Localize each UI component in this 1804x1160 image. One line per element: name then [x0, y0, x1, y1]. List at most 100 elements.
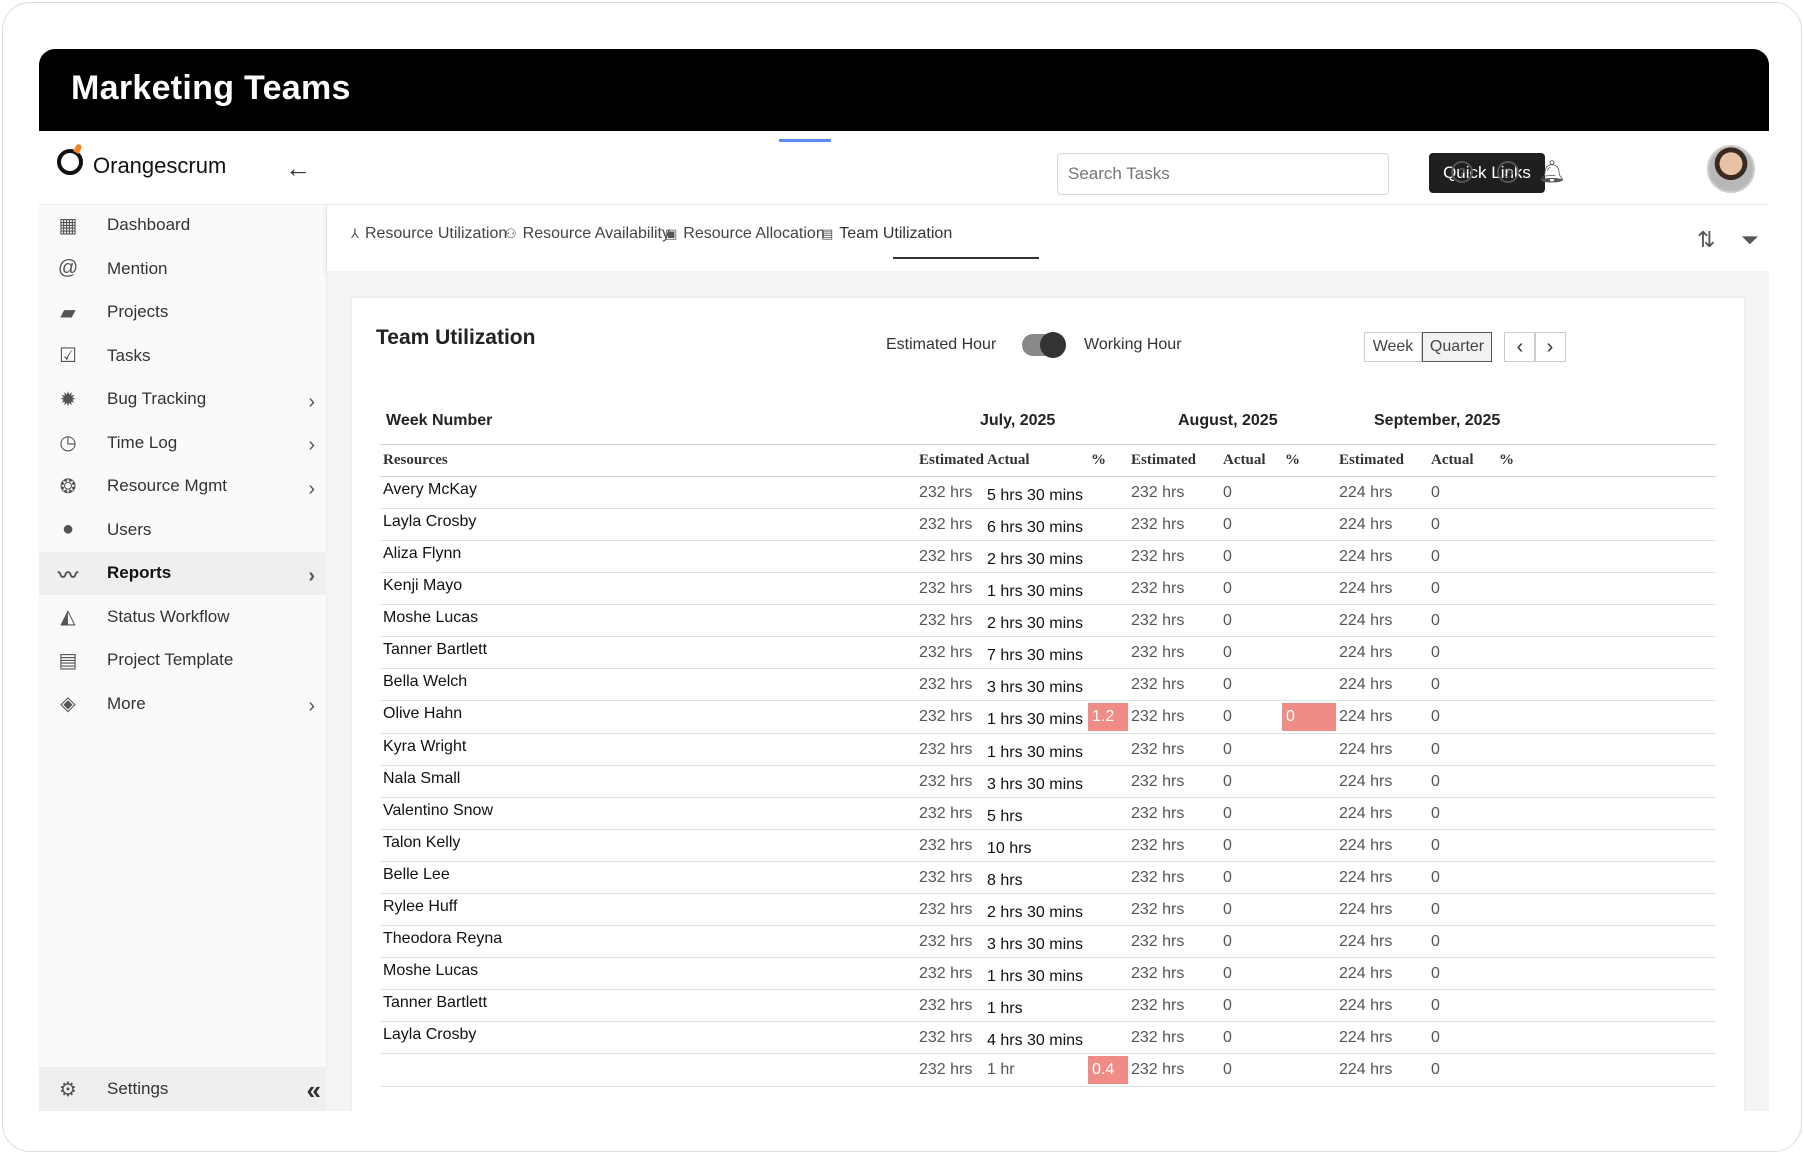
actual-hours-cell: 0 [1220, 733, 1282, 766]
hour-mode-toggle[interactable] [1022, 332, 1066, 358]
percent-cell [1496, 861, 1716, 894]
table-row: Layla Crosby 232 hrs 6 hrs 30 mins 232 hrs 0… [380, 508, 1716, 541]
allocation-icon: ▣ [665, 226, 678, 241]
percent-cell [1088, 765, 1128, 798]
table-row: Tanner Bartlett 232 hrs 1 hrs 232 hrs 0 224 h… [380, 989, 1716, 1022]
percent-cell [1496, 765, 1716, 798]
sidebar-item-label: Resource Mgmt [107, 476, 227, 496]
estimated-hours-cell: 224 hrs [1336, 925, 1428, 958]
sidebar-item-tasks[interactable]: ☑ Tasks [39, 334, 327, 378]
sidebar-item-time-log[interactable]: ◷ Time Log › [39, 421, 327, 465]
prev-period-icon[interactable]: ‹ [1504, 332, 1536, 362]
toggle-knob [1040, 332, 1066, 358]
orangescrum-logo-icon [57, 149, 83, 175]
table-row: Talon Kelly 232 hrs 10 hrs 232 hrs 0 224 hrs 0 [380, 829, 1716, 862]
table-row: Avery McKay 232 hrs 5 hrs 30 mins 232 hrs 0 2… [380, 476, 1716, 509]
estimated-hours-cell: 232 hrs [1128, 636, 1220, 669]
percent-cell [1088, 476, 1128, 509]
estimated-hours-cell: 224 hrs [1336, 700, 1428, 734]
actual-hours-cell: 10 hrs [984, 829, 1088, 862]
sidebar-item-bug-tracking[interactable]: ✹ Bug Tracking › [39, 378, 327, 422]
sidebar-item-dashboard[interactable]: ▦ Dashboard [39, 203, 327, 247]
next-period-icon[interactable]: › [1534, 332, 1566, 362]
sidebar-item-mention[interactable]: @ Mention [39, 247, 327, 291]
actual-hours-cell: 0 [1220, 540, 1282, 573]
actual-hours-cell: 5 hrs 30 mins [984, 476, 1088, 509]
history-clock-icon[interactable]: ◷ [1495, 159, 1521, 185]
at-sign-icon: @ [57, 257, 79, 280]
column-header: Estimated [1336, 444, 1428, 477]
export-icon[interactable]: ⇅ [1697, 227, 1715, 253]
period-week-button[interactable]: Week [1364, 332, 1422, 362]
notification-bell-icon[interactable]: 🔔︎ [1538, 159, 1566, 185]
resource-name: Avery McKay [380, 476, 916, 509]
search-input[interactable] [1057, 153, 1389, 195]
briefcase-icon: ▰ [60, 301, 76, 324]
chevron-right-icon: › [308, 564, 315, 587]
tab-resource-availability[interactable]: ⚇ Resource Availability [505, 225, 670, 243]
gear-icon: ⚙ [59, 1078, 77, 1101]
resource-name: Tanner Bartlett [380, 989, 916, 1022]
help-icon[interactable]: ? [1449, 159, 1475, 185]
estimated-hours-cell: 224 hrs [1336, 540, 1428, 573]
sidebar-item-status-workflow[interactable]: ◭ Status Workflow [39, 595, 327, 639]
resource-name: Talon Kelly [380, 829, 916, 862]
percent-cell [1088, 861, 1128, 894]
quick-links-button[interactable]: Quick Links [1429, 153, 1545, 193]
actual-hours-cell: 0 [1220, 925, 1282, 958]
tab-resource-allocation[interactable]: ▣ Resource Allocation [665, 225, 825, 243]
sidebar-item-projects[interactable]: ▰ Projects [39, 291, 327, 335]
resource-name: Valentino Snow [380, 797, 916, 830]
estimated-hours-cell: 224 hrs [1336, 765, 1428, 798]
actual-hours-cell: 6 hrs 30 mins [984, 508, 1088, 541]
percent-cell [1088, 829, 1128, 862]
estimated-hours-cell: 232 hrs [916, 989, 984, 1022]
actual-hours-cell: 1 hrs 30 mins [984, 957, 1088, 990]
sidebar-item-more[interactable]: ◈ More › [39, 682, 327, 726]
document-icon: ▤ [821, 226, 834, 241]
column-header: % [1282, 444, 1336, 477]
avatar[interactable] [1707, 145, 1755, 193]
sidebar-item-users[interactable]: ● Users [39, 508, 327, 552]
estimated-hours-cell: 224 hrs [1336, 957, 1428, 990]
hierarchy-icon: ⅄ [351, 226, 359, 241]
percent-cell [1088, 957, 1128, 990]
percent-cell [1088, 540, 1128, 573]
sidebar-item-reports[interactable]: 〰 Reports › [39, 551, 327, 595]
team-utilization-card: Team Utilization Estimated Hour Working … [351, 297, 1745, 1111]
chevron-right-icon: › [308, 434, 315, 456]
sidebar-item-label: Dashboard [107, 215, 191, 234]
dashboard-icon: ▦ [58, 214, 78, 237]
percent-cell [1496, 925, 1716, 958]
actual-hours-cell: 4 hrs 30 mins [984, 1021, 1088, 1054]
estimated-hours-cell: 224 hrs [1336, 636, 1428, 669]
estimated-hours-cell: 232 hrs [1128, 957, 1220, 990]
estimated-hours-cell: 224 hrs [1336, 1021, 1428, 1054]
percent-cell [1282, 765, 1336, 798]
estimated-hours-cell: 224 hrs [1336, 1053, 1428, 1087]
period-quarter-button[interactable]: Quarter [1422, 332, 1492, 362]
back-arrow-icon[interactable]: ← [285, 155, 311, 181]
percent-cell [1282, 861, 1336, 894]
percent-cell [1496, 700, 1716, 734]
collapse-sidebar-icon[interactable]: « [307, 1075, 321, 1106]
column-header: Actual [984, 444, 1088, 477]
sidebar-item-resource-mgmt[interactable]: ❂ Resource Mgmt › [39, 465, 327, 509]
percent-cell [1282, 476, 1336, 509]
percent-cell [1282, 604, 1336, 637]
sidebar-item-settings[interactable]: ⚙ Settings « [39, 1067, 327, 1111]
percent-cell [1088, 893, 1128, 926]
workflow-icon: ◭ [60, 606, 76, 629]
estimated-hours-cell: 232 hrs [1128, 700, 1220, 734]
estimated-hours-cell: 232 hrs [916, 540, 984, 573]
percent-cell [1496, 893, 1716, 926]
percent-cell [1282, 636, 1336, 669]
estimated-hours-cell: 232 hrs [1128, 540, 1220, 573]
tab-team-utilization[interactable]: ▤ Team Utilization [821, 225, 952, 243]
table-row: 232 hrs 1 hr 0.4 232 hrs 0 224 hrs 0 [380, 1053, 1716, 1087]
estimated-hours-cell: 232 hrs [916, 668, 984, 701]
card-title: Team Utilization [376, 326, 536, 349]
sidebar-item-project-template[interactable]: ▤ Project Template [39, 639, 327, 683]
tab-resource-utilization[interactable]: ⅄ Resource Utilization [351, 225, 507, 243]
filter-icon[interactable]: ⏷ [1741, 227, 1759, 253]
